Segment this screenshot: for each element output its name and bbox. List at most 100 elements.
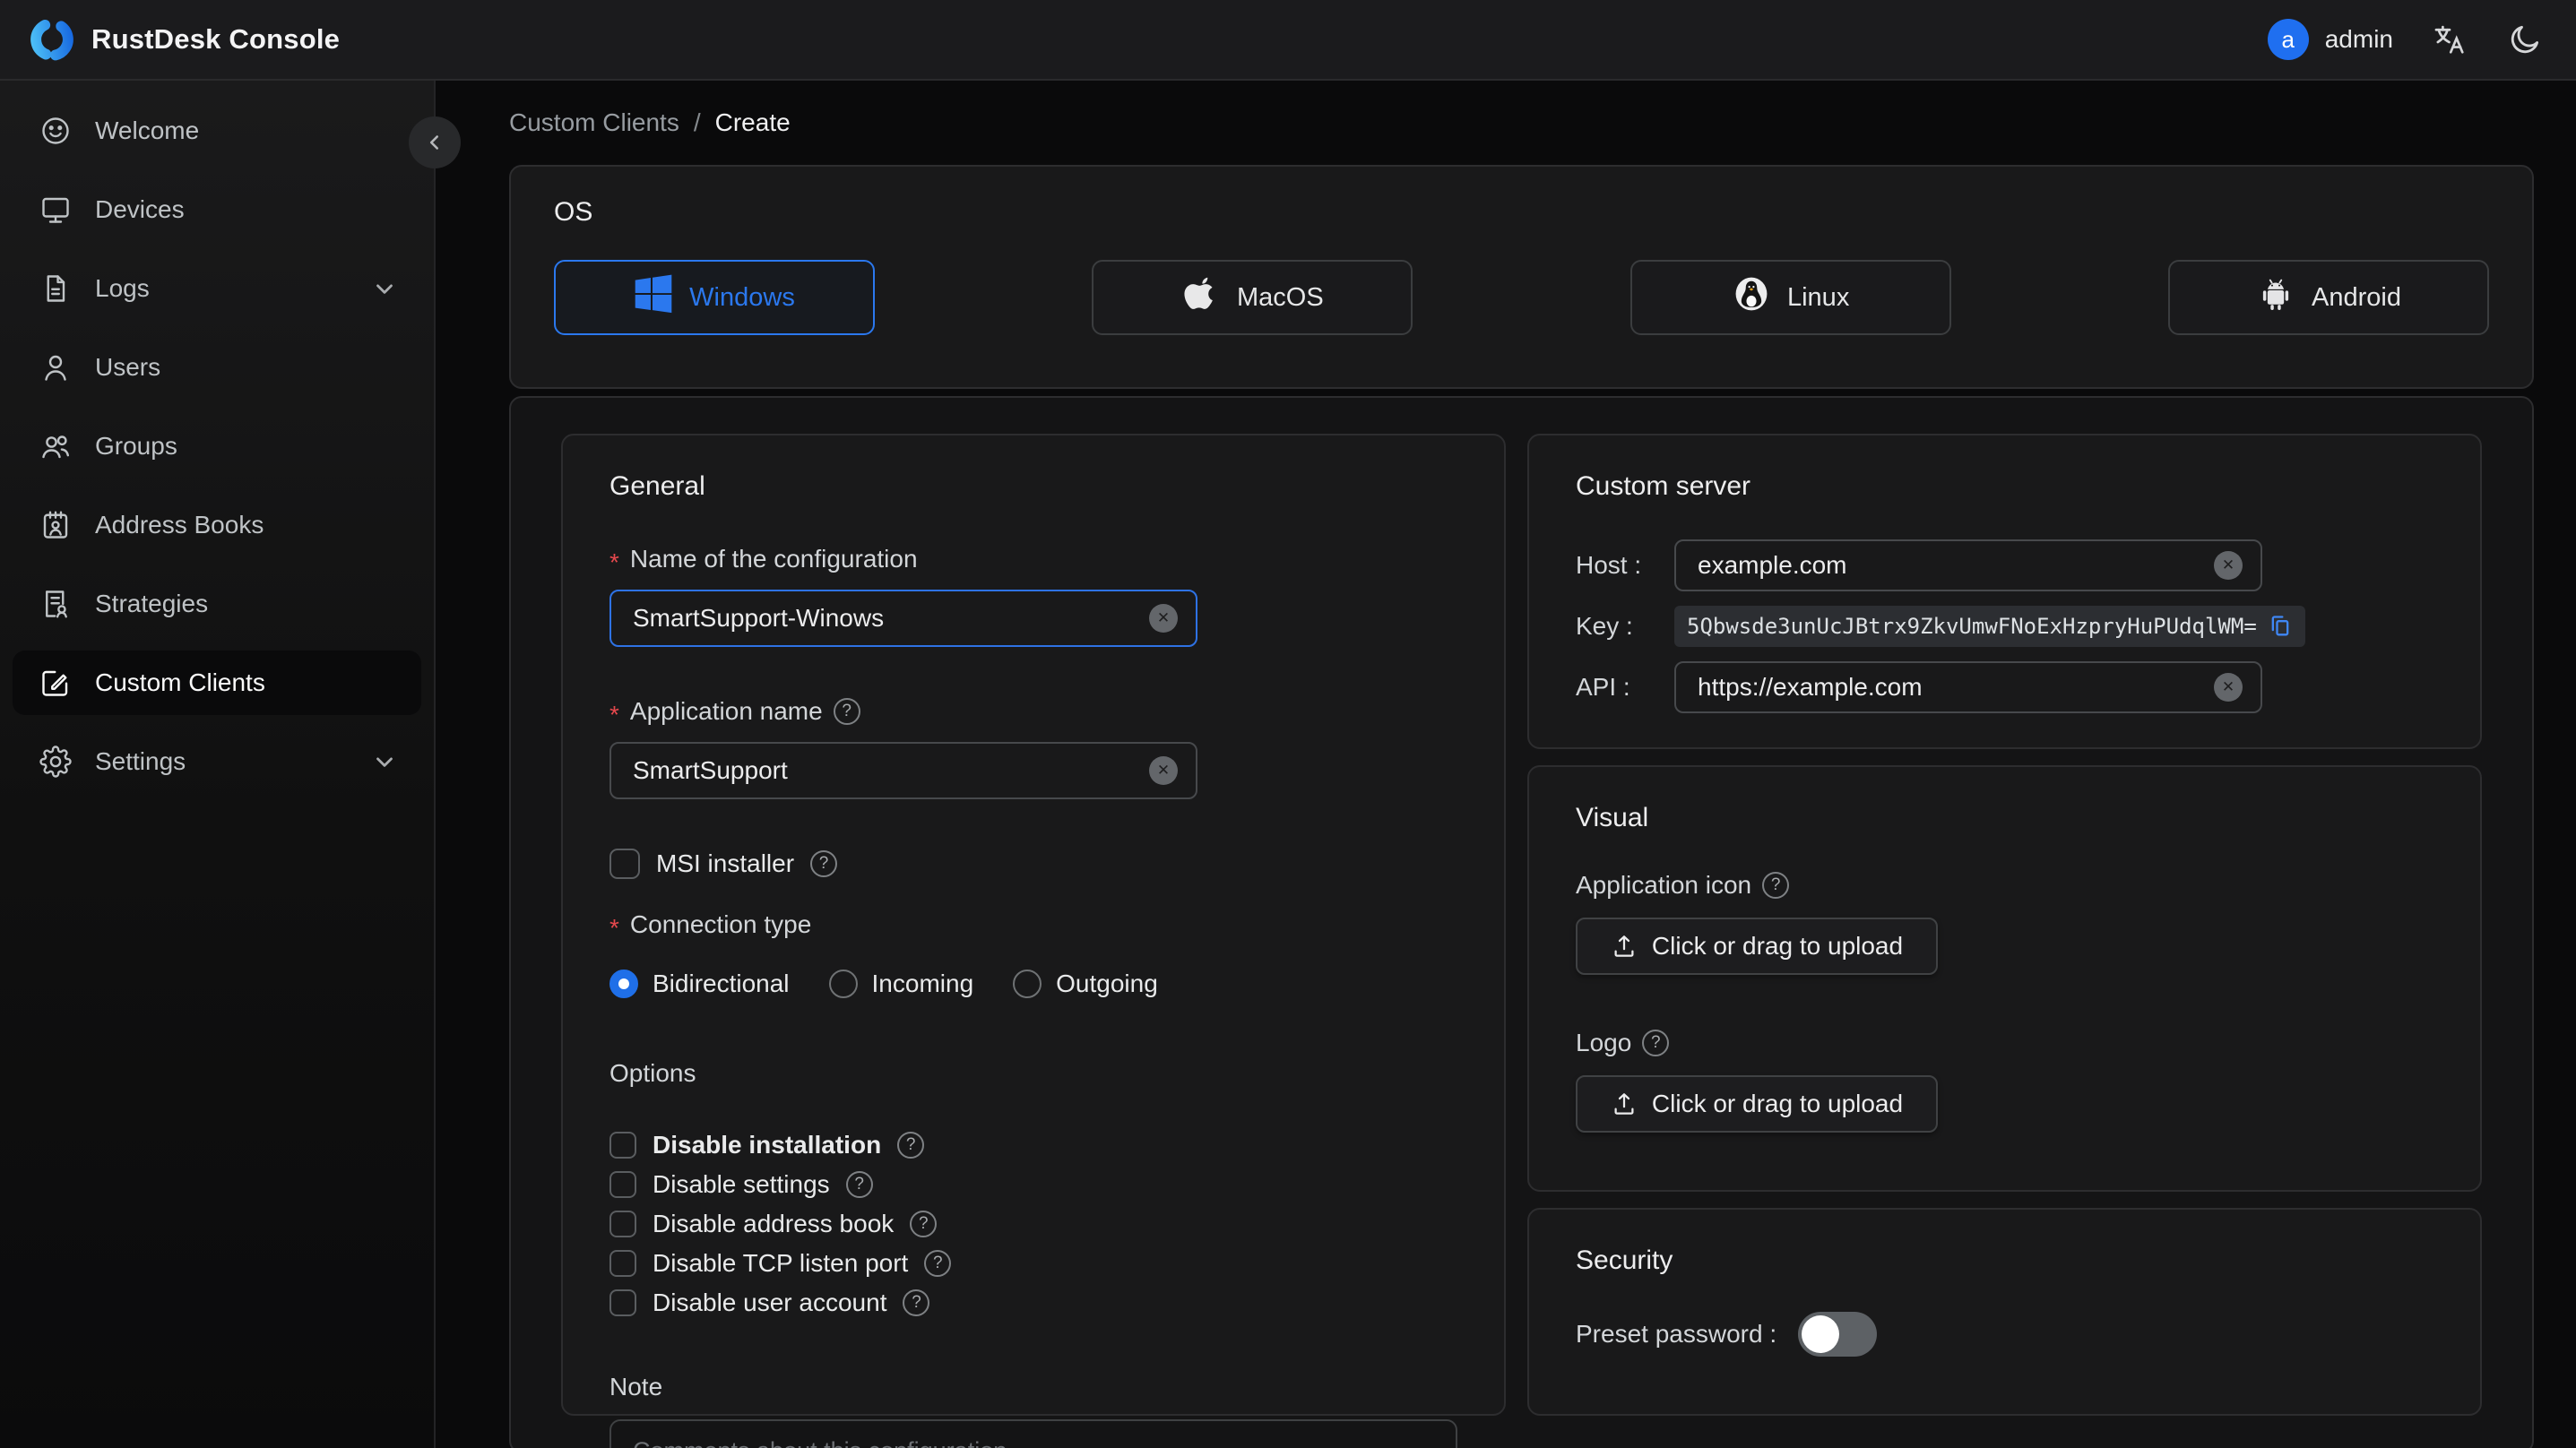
help-icon[interactable]: ? [1642, 1030, 1670, 1056]
gear-icon [39, 746, 72, 778]
avatar[interactable]: a [2267, 19, 2309, 60]
sidebar-item-devices[interactable]: Devices [13, 177, 421, 242]
sidebar-item-label: Strategies [95, 590, 209, 617]
option-row: Disable settings ? [609, 1168, 1457, 1201]
os-button-macos[interactable]: MacOS [1092, 260, 1413, 335]
clear-icon[interactable]: ✕ [1149, 756, 1178, 785]
key-value-chip: 5Qbwsde3unUcJBtrx9ZkvUmwFNoExHzpryHuPUdq… [1674, 606, 2305, 647]
chevron-down-icon [371, 275, 398, 302]
help-icon[interactable]: ? [897, 1132, 925, 1159]
os-button-windows[interactable]: Windows [554, 260, 875, 335]
host-label: Host : [1576, 551, 1642, 579]
breadcrumb-parent[interactable]: Custom Clients [509, 108, 679, 137]
sidebar-item-settings[interactable]: Settings [13, 729, 421, 794]
app-name-label: * Application name ? [609, 695, 1457, 728]
msi-installer-checkbox[interactable] [609, 849, 640, 879]
translate-icon[interactable] [2431, 21, 2468, 58]
document-icon [39, 272, 72, 305]
android-icon [2256, 274, 2295, 321]
sidebar-item-welcome[interactable]: Welcome [13, 99, 421, 163]
help-icon[interactable]: ? [1762, 872, 1790, 899]
security-section: Security Preset password : [1527, 1207, 2482, 1416]
copy-icon[interactable] [2268, 614, 2293, 639]
preset-password-label: Preset password : [1576, 1319, 1777, 1348]
breadcrumb-current: Create [714, 108, 791, 136]
general-section-title: General [609, 471, 705, 501]
sidebar-item-address-books[interactable]: Address Books [13, 493, 421, 557]
config-name-label: * Name of the configuration [609, 545, 918, 576]
sidebar-item-label: Address Books [95, 511, 264, 539]
chevron-down-icon [371, 748, 398, 775]
required-asterisk: * [609, 914, 619, 942]
toggle-knob [1802, 1314, 1840, 1353]
smiley-icon [39, 115, 72, 147]
strategy-document-icon [39, 588, 72, 620]
sidebar-item-label: Welcome [95, 116, 200, 144]
help-icon[interactable]: ? [845, 1171, 873, 1198]
username[interactable]: admin [2325, 25, 2393, 54]
breadcrumb: Custom Clients / Create [509, 81, 2534, 165]
preset-password-toggle[interactable] [1798, 1311, 1878, 1357]
visual-section: Visual Application icon ? Click or drag … [1527, 765, 2482, 1192]
help-icon[interactable]: ? [910, 1211, 938, 1237]
api-row: API : ✕ [1576, 661, 2433, 713]
security-title: Security [1576, 1245, 1673, 1275]
disable-settings-checkbox[interactable] [609, 1171, 636, 1198]
clear-icon[interactable]: ✕ [2214, 673, 2243, 702]
help-icon[interactable]: ? [924, 1250, 952, 1277]
configuration-panel: General * Name of the configuration ✕ * … [509, 396, 2534, 1448]
upload-icon [1614, 935, 1634, 957]
dark-mode-moon-icon[interactable] [2506, 21, 2544, 58]
sidebar-item-logs[interactable]: Logs [13, 256, 421, 321]
sidebar-item-custom-clients[interactable]: Custom Clients [13, 651, 421, 715]
sidebar: Welcome Devices Logs Users Groups Addres… [0, 81, 461, 1448]
config-name-input[interactable] [633, 604, 1149, 633]
help-icon[interactable]: ? [833, 698, 860, 725]
os-button-label: Android [2312, 282, 2401, 312]
sidebar-collapse-button[interactable] [409, 116, 461, 168]
disable-address-book-checkbox[interactable] [609, 1211, 636, 1237]
option-row: Disable installation ? [609, 1129, 1457, 1161]
help-icon[interactable]: ? [903, 1289, 930, 1316]
disable-installation-checkbox[interactable] [609, 1132, 636, 1159]
radio-icon [828, 970, 858, 998]
msi-installer-row: MSI installer ? [609, 848, 1457, 880]
radio-bidirectional[interactable]: Bidirectional [609, 970, 790, 998]
linux-tux-icon [1732, 274, 1771, 321]
custom-server-title: Custom server [1576, 471, 1751, 501]
api-label: API : [1576, 673, 1630, 701]
clear-icon[interactable]: ✕ [2214, 551, 2243, 580]
sidebar-item-groups[interactable]: Groups [13, 414, 421, 478]
option-row: Disable address book ? [609, 1208, 1457, 1240]
api-input[interactable] [1698, 673, 2214, 702]
sidebar-item-label: Groups [95, 432, 177, 460]
help-icon[interactable]: ? [810, 850, 838, 877]
os-button-android[interactable]: Android [2167, 260, 2489, 335]
general-section: General * Name of the configuration ✕ * … [561, 434, 1506, 1448]
required-asterisk: * [609, 701, 619, 728]
application-icon-upload-button[interactable]: Click or drag to upload [1576, 918, 1938, 975]
sidebar-item-label: Settings [95, 747, 186, 775]
app-title: RustDesk Console [91, 23, 341, 55]
radio-outgoing[interactable]: Outgoing [1013, 970, 1158, 998]
os-button-linux[interactable]: Linux [1629, 260, 1951, 335]
logo-upload-button[interactable]: Click or drag to upload [1576, 1075, 1938, 1133]
key-label: Key : [1576, 612, 1633, 640]
clear-icon[interactable]: ✕ [1149, 604, 1178, 633]
upload-button-label: Click or drag to upload [1651, 1090, 1904, 1117]
sidebar-item-users[interactable]: Users [13, 335, 421, 400]
api-input-wrap: ✕ [1674, 661, 2262, 713]
users-group-icon [39, 430, 72, 462]
option-row: Disable user account ? [609, 1287, 1457, 1319]
disable-tcp-listen-port-checkbox[interactable] [609, 1250, 636, 1277]
custom-server-section: Custom server Host : ✕ Key : 5Qbwsde3unU… [1527, 434, 2482, 749]
app-name-input[interactable] [633, 756, 1149, 785]
sidebar-item-label: Logs [95, 274, 150, 302]
sidebar-item-strategies[interactable]: Strategies [13, 572, 421, 636]
note-textarea[interactable] [609, 1419, 1457, 1448]
radio-incoming[interactable]: Incoming [828, 970, 973, 998]
apple-icon [1181, 274, 1221, 321]
disable-user-account-checkbox[interactable] [609, 1289, 636, 1316]
visual-title: Visual [1576, 803, 1649, 832]
host-input[interactable] [1698, 551, 2214, 580]
